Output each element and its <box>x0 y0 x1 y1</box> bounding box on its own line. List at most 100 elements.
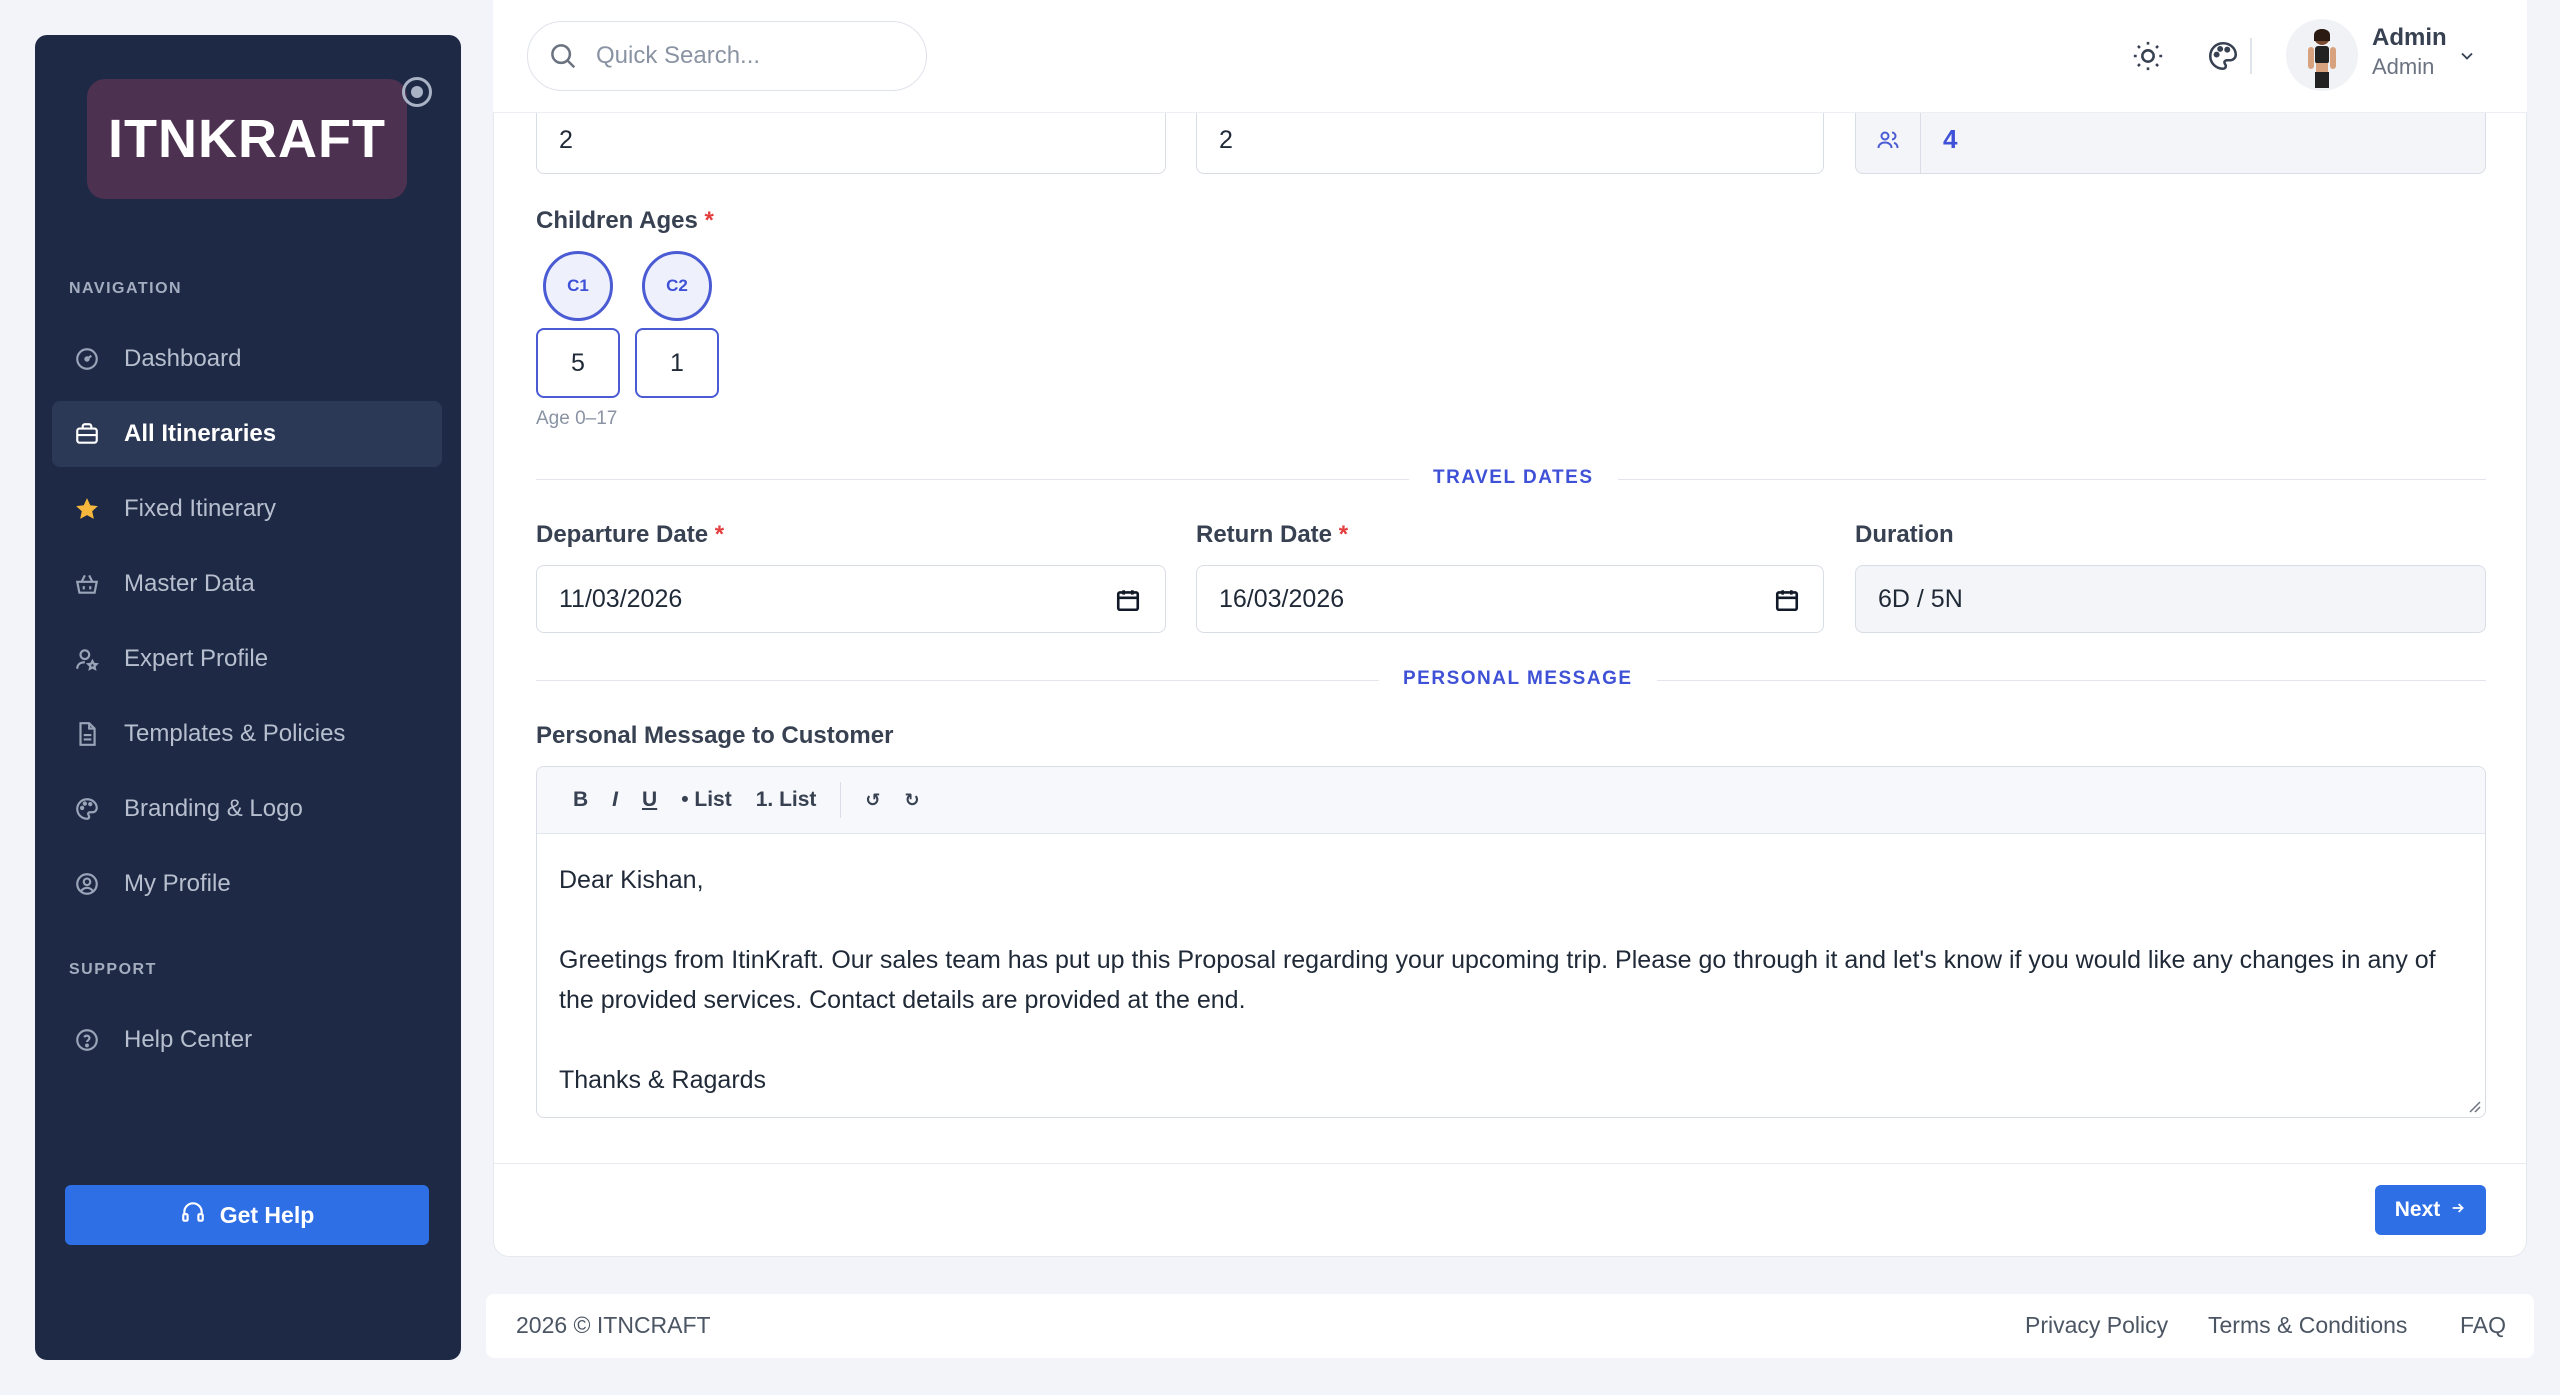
headset-icon <box>180 1199 206 1231</box>
return-date-label-text: Return Date <box>1196 521 1333 548</box>
get-help-button[interactable]: Get Help <box>65 1185 429 1245</box>
calendar-icon[interactable] <box>1774 587 1800 613</box>
calendar-icon[interactable] <box>1115 587 1141 613</box>
basket-icon <box>72 569 102 599</box>
duration-value: 6D / 5N <box>1878 584 1963 613</box>
child-age-input-c1[interactable]: 5 <box>536 328 620 398</box>
editor-content[interactable]: Dear Kishan, Greetings from ItinKraft. O… <box>537 834 2485 1117</box>
sidebar-item-branding-logo[interactable]: Branding & Logo <box>52 776 442 842</box>
duration-field: 6D / 5N <box>1855 565 2486 633</box>
message-closing: Thanks & Ragards <box>559 1066 767 1094</box>
departure-date-value: 11/03/2026 <box>559 584 683 613</box>
departure-date-input[interactable]: 11/03/2026 <box>536 565 1166 633</box>
adults-field[interactable]: 2 <box>536 106 1166 174</box>
sidebar-item-fixed-itinerary[interactable]: Fixed Itinerary <box>52 476 442 542</box>
user-circle-icon <box>72 869 102 899</box>
bullet-list-button[interactable]: • List <box>669 788 744 812</box>
children-field[interactable]: 2 <box>1196 106 1824 174</box>
required-marker: * <box>704 207 714 234</box>
age-hint: Age 0–17 <box>536 408 618 429</box>
return-date-value: 16/03/2026 <box>1219 584 1345 613</box>
personal-message-label: Personal Message to Customer <box>536 722 894 749</box>
next-button[interactable]: Next <box>2375 1185 2486 1235</box>
duration-label: Duration <box>1855 521 1954 548</box>
sidebar-item-label: Dashboard <box>124 345 242 372</box>
sidebar-item-templates-policies[interactable]: Templates & Policies <box>52 701 442 767</box>
departure-date-label-text: Departure Date <box>536 521 709 548</box>
topbar: Admin Admin <box>493 0 2527 113</box>
travel-dates-title: TRAVEL DATES <box>1409 467 1618 489</box>
toolbar-divider <box>840 782 842 818</box>
numbered-list-button[interactable]: 1. List <box>744 788 829 812</box>
terms-link[interactable]: Terms & Conditions <box>2208 1312 2407 1339</box>
sun-icon[interactable] <box>2130 38 2166 74</box>
personal-message-title: PERSONAL MESSAGE <box>1379 668 1657 690</box>
bold-button[interactable]: B <box>561 788 600 812</box>
star-icon <box>72 494 102 524</box>
copyright: 2026 © ITNCRAFT <box>516 1312 711 1338</box>
support-heading: SUPPORT <box>69 961 157 978</box>
search-input[interactable] <box>596 42 896 70</box>
sidebar-item-label: Branding & Logo <box>124 795 303 822</box>
rich-text-editor[interactable]: B I U • List 1. List ↺ ↻ Dear Kishan, Gr… <box>536 766 2486 1118</box>
document-icon <box>72 719 102 749</box>
sidebar-item-label: Expert Profile <box>124 645 269 672</box>
undo-button[interactable]: ↺ <box>853 790 892 811</box>
italic-button[interactable]: I <box>600 788 630 812</box>
sidebar-item-master-data[interactable]: Master Data <box>52 551 442 617</box>
arrow-right-icon <box>2450 1198 2466 1222</box>
sidebar-toggle-icon[interactable] <box>402 77 432 107</box>
help-circle-icon <box>72 1025 102 1055</box>
brand-logo[interactable]: ITNKRAFT <box>87 79 407 199</box>
adults-value: 2 <box>559 125 573 154</box>
required-marker: * <box>714 521 725 548</box>
sidebar-item-label: Templates & Policies <box>124 720 346 747</box>
sidebar-item-label: Help Center <box>124 1026 253 1053</box>
search-icon <box>551 44 576 69</box>
user-name[interactable]: Admin <box>2372 24 2447 52</box>
message-body: Greetings from ItinKraft. Our sales team… <box>559 946 2436 1014</box>
return-date-label: Return Date * <box>1196 521 1348 549</box>
chevron-down-icon[interactable] <box>2457 46 2477 66</box>
next-label: Next <box>2394 1198 2441 1221</box>
users-icon <box>1855 106 1921 174</box>
sidebar-item-all-itineraries[interactable]: All Itineraries <box>52 401 442 467</box>
sidebar-item-expert-profile[interactable]: Expert Profile <box>52 626 442 692</box>
child-age-input-c2[interactable]: 1 <box>635 328 719 398</box>
topbar-divider <box>2250 38 2252 74</box>
user-star-icon <box>72 644 102 674</box>
underline-button[interactable]: U <box>630 788 669 812</box>
children-ages-label: Children Ages * <box>536 207 714 235</box>
redo-button[interactable]: ↻ <box>893 790 932 811</box>
page-footer: 2026 © ITNCRAFT Privacy Policy Terms & C… <box>486 1294 2534 1358</box>
privacy-policy-link[interactable]: Privacy Policy <box>2025 1312 2168 1339</box>
editor-toolbar: B I U • List 1. List ↺ ↻ <box>537 767 2485 834</box>
children-ages-label-text: Children Ages <box>536 207 698 234</box>
briefcase-icon <box>72 419 102 449</box>
get-help-label: Get Help <box>219 1201 315 1228</box>
dashboard-gauge-icon <box>72 344 102 374</box>
message-greeting: Dear Kishan, <box>559 866 704 894</box>
sidebar-item-label: Master Data <box>124 570 255 597</box>
sidebar-item-help-center[interactable]: Help Center <box>52 1007 442 1073</box>
sidebar-item-dashboard[interactable]: Dashboard <box>52 326 442 392</box>
return-date-input[interactable]: 16/03/2026 <box>1196 565 1824 633</box>
children-value: 2 <box>1219 125 1233 154</box>
child-badge-c1: C1 <box>543 251 613 321</box>
departure-date-label: Departure Date * <box>536 521 724 549</box>
faq-link[interactable]: FAQ <box>2460 1312 2506 1339</box>
avatar[interactable] <box>2286 19 2358 91</box>
child-badge-c2: C2 <box>642 251 712 321</box>
resize-handle-icon[interactable] <box>2465 1097 2481 1113</box>
sidebar-item-label: All Itineraries <box>124 420 277 447</box>
sidebar-item-my-profile[interactable]: My Profile <box>52 851 442 917</box>
sidebar: ITNKRAFT NAVIGATION Dashboard All Itiner… <box>35 35 461 1360</box>
palette-icon[interactable] <box>2205 38 2241 74</box>
logo-text: ITNKRAFT <box>108 109 386 169</box>
search-box[interactable] <box>527 21 927 91</box>
nav-heading: NAVIGATION <box>69 280 183 297</box>
required-marker: * <box>1338 521 1349 548</box>
card-footer-divider <box>494 1163 2526 1164</box>
sidebar-item-label: My Profile <box>124 870 231 897</box>
